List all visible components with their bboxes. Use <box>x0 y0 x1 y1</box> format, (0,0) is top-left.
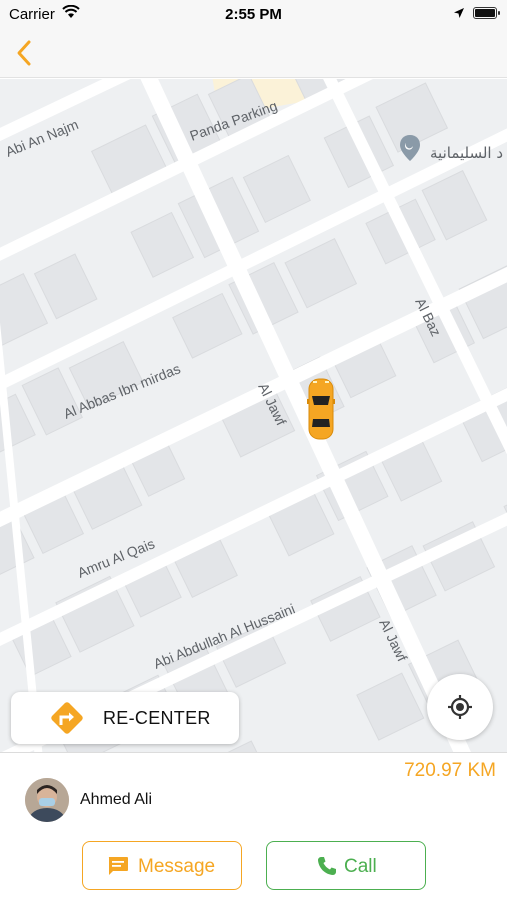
chat-bubble-icon <box>108 857 128 875</box>
turn-right-sign-icon <box>51 702 83 734</box>
back-button[interactable] <box>10 36 40 70</box>
recenter-button[interactable]: RE-CENTER <box>11 692 239 744</box>
crosshair-location-icon <box>448 695 472 719</box>
avatar-photo-icon <box>25 778 69 822</box>
location-arrow-icon <box>454 8 464 18</box>
mosque-pin-icon[interactable] <box>400 135 420 161</box>
call-label: Call <box>344 856 377 877</box>
message-button[interactable]: Message <box>82 841 242 890</box>
phone-icon <box>318 857 336 875</box>
recenter-label: RE-CENTER <box>103 708 211 728</box>
my-location-button[interactable] <box>427 674 493 740</box>
map-canvas: Abi An Najm Panda Parking Al Abbas Ibn m… <box>0 79 507 752</box>
call-button[interactable]: Call <box>266 841 426 890</box>
map-view[interactable]: Abi An Najm Panda Parking Al Abbas Ibn m… <box>0 79 507 753</box>
taxi-car-icon[interactable] <box>307 378 335 440</box>
driver-avatar <box>25 778 69 822</box>
chevron-left-icon <box>17 40 31 66</box>
status-time: 2:55 PM <box>225 6 282 23</box>
distance-label: 720.97 KM <box>404 760 496 781</box>
driver-name: Ahmed Ali <box>80 791 153 808</box>
navigation-bar <box>0 30 507 78</box>
poi-label: د السليمانية <box>430 144 503 162</box>
message-label: Message <box>138 856 216 877</box>
status-bar: Carrier 2:55 PM <box>0 0 507 30</box>
battery-icon <box>473 7 500 19</box>
